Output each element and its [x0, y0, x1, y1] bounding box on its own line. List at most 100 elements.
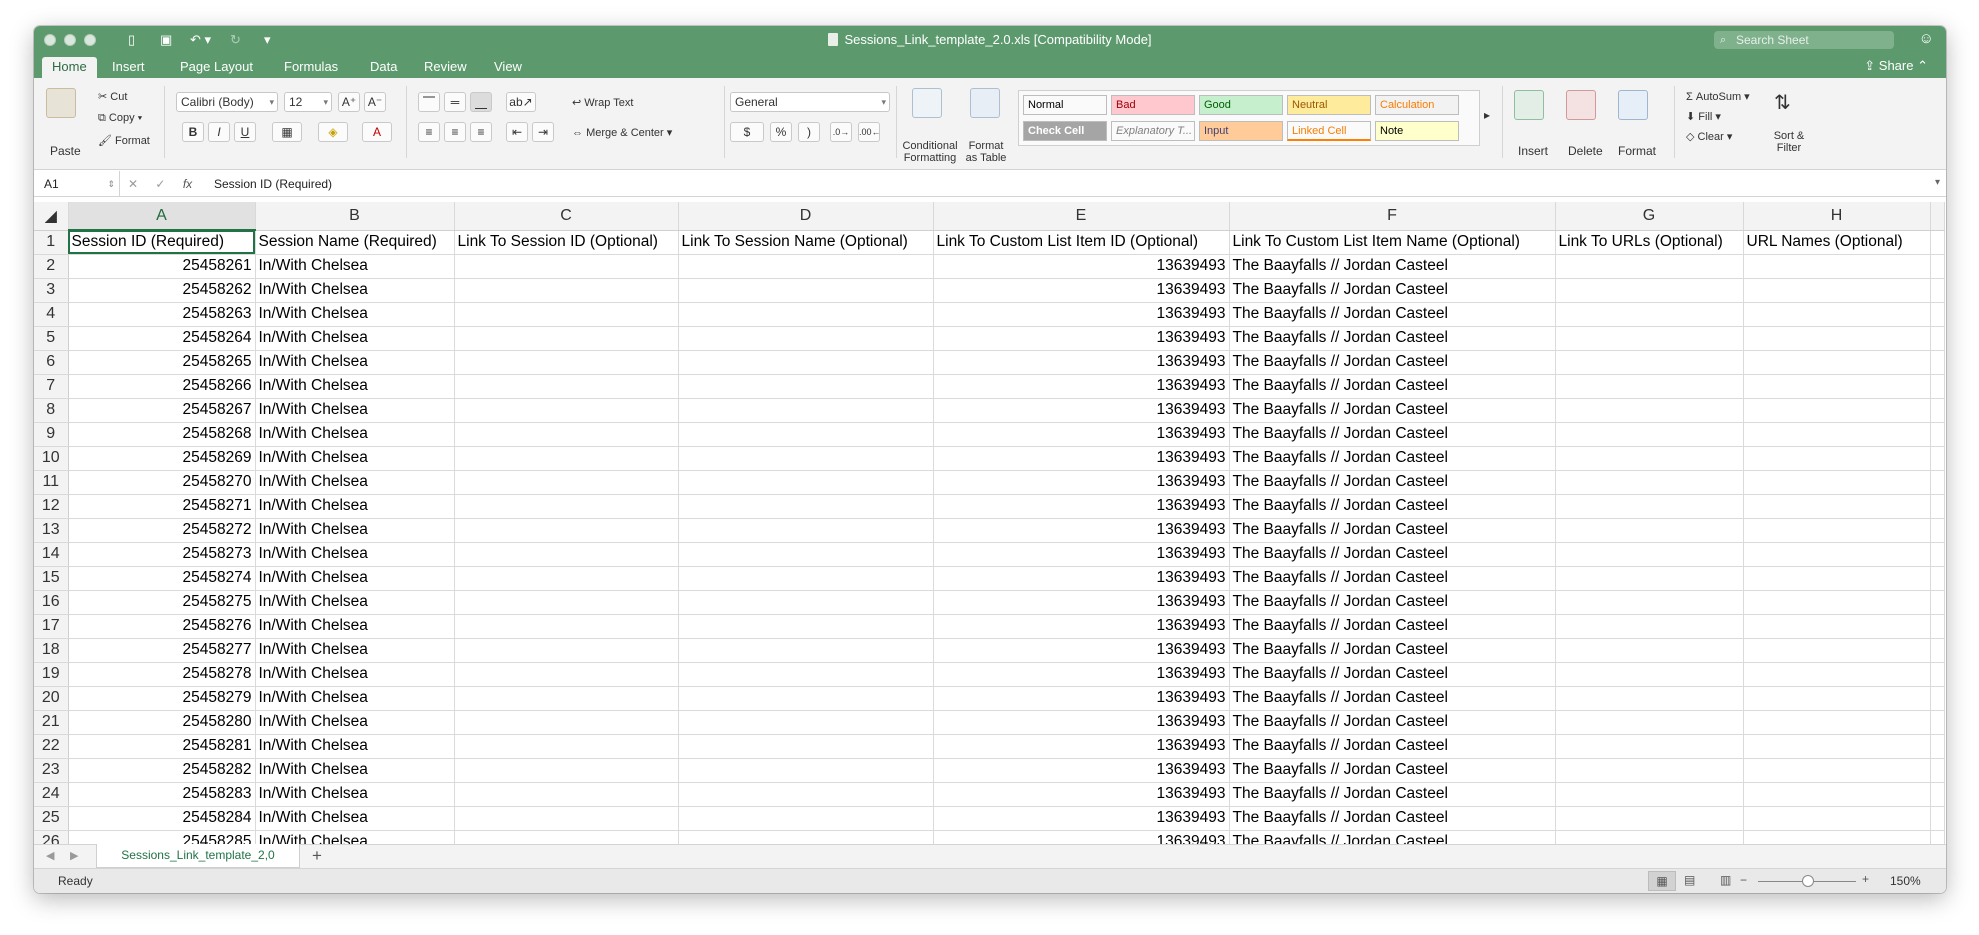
- cell-session-name[interactable]: In/With Chelsea: [255, 350, 455, 375]
- cell[interactable]: [1930, 566, 1945, 591]
- cell-session-name[interactable]: In/With Chelsea: [255, 422, 455, 447]
- cell[interactable]: [1555, 470, 1744, 495]
- cell[interactable]: [1555, 422, 1744, 447]
- cell[interactable]: [678, 422, 934, 447]
- cell-custom-list-item-id[interactable]: 13639493: [933, 566, 1230, 591]
- tab-home[interactable]: Home: [42, 57, 97, 78]
- cell-custom-list-item-id[interactable]: 13639493: [933, 374, 1230, 399]
- search-sheet-input[interactable]: ⌕ Search Sheet: [1714, 31, 1894, 49]
- cell-custom-list-item-name[interactable]: The Baayfalls // Jordan Casteel: [1229, 422, 1556, 447]
- row-header[interactable]: 13: [34, 518, 69, 543]
- cell-session-id[interactable]: 25458272: [68, 518, 256, 543]
- cell-custom-list-item-id[interactable]: 13639493: [933, 326, 1230, 351]
- cell[interactable]: [1930, 686, 1945, 711]
- column-header-h[interactable]: H: [1743, 202, 1931, 231]
- cell[interactable]: [1555, 542, 1744, 567]
- style-explanatory[interactable]: Explanatory T...: [1111, 121, 1195, 141]
- cell[interactable]: [1930, 494, 1945, 519]
- row-header[interactable]: 2: [34, 254, 69, 279]
- cell-session-id[interactable]: 25458265: [68, 350, 256, 375]
- cell-custom-list-item-id[interactable]: 13639493: [933, 542, 1230, 567]
- cell-custom-list-item-name[interactable]: The Baayfalls // Jordan Casteel: [1229, 350, 1556, 375]
- cell[interactable]: [678, 734, 934, 759]
- tab-review[interactable]: Review: [414, 57, 477, 78]
- tab-page-layout[interactable]: Page Layout: [170, 57, 263, 78]
- cell[interactable]: [1743, 686, 1931, 711]
- cell[interactable]: [1930, 470, 1945, 495]
- cell[interactable]: [454, 326, 679, 351]
- cell[interactable]: [454, 662, 679, 687]
- cell[interactable]: [1555, 830, 1744, 844]
- font-color-icon[interactable]: A: [362, 122, 392, 142]
- align-center-icon[interactable]: ≡: [444, 122, 466, 142]
- cell-session-name[interactable]: In/With Chelsea: [255, 758, 455, 783]
- cell-custom-list-item-id[interactable]: 13639493: [933, 470, 1230, 495]
- cell[interactable]: [1743, 302, 1931, 327]
- cell-session-id[interactable]: 25458262: [68, 278, 256, 303]
- cell[interactable]: [1743, 830, 1931, 844]
- row-header[interactable]: 9: [34, 422, 69, 447]
- row-header[interactable]: 20: [34, 686, 69, 711]
- cell[interactable]: [678, 830, 934, 844]
- orientation-icon[interactable]: ab↗: [506, 92, 536, 112]
- align-left-icon[interactable]: ≡: [418, 122, 440, 142]
- sort-filter-button[interactable]: Sort & Filter: [1762, 130, 1816, 154]
- cell-session-id[interactable]: 25458285: [68, 830, 256, 844]
- row-header[interactable]: 5: [34, 326, 69, 351]
- merge-center-button[interactable]: ⇔ Merge & Center ▾: [572, 126, 672, 139]
- cell[interactable]: [678, 278, 934, 303]
- cell[interactable]: [454, 830, 679, 844]
- zoom-out-icon[interactable]: −: [1740, 873, 1747, 887]
- cell-custom-list-item-id[interactable]: 13639493: [933, 422, 1230, 447]
- cell-session-name[interactable]: In/With Chelsea: [255, 734, 455, 759]
- cell-session-name[interactable]: In/With Chelsea: [255, 374, 455, 399]
- increase-font-size-button[interactable]: A⁺: [338, 92, 360, 112]
- cell-custom-list-item-id[interactable]: 13639493: [933, 662, 1230, 687]
- cell-session-name[interactable]: In/With Chelsea: [255, 398, 455, 423]
- cell[interactable]: Link To Session Name (Optional): [678, 230, 934, 255]
- cell[interactable]: [454, 638, 679, 663]
- cell[interactable]: [454, 806, 679, 831]
- style-good[interactable]: Good: [1199, 95, 1283, 115]
- cell-custom-list-item-name[interactable]: The Baayfalls // Jordan Casteel: [1229, 446, 1556, 471]
- cell-custom-list-item-name[interactable]: The Baayfalls // Jordan Casteel: [1229, 398, 1556, 423]
- style-calculation[interactable]: Calculation: [1375, 95, 1459, 115]
- cell[interactable]: [1930, 638, 1945, 663]
- cell[interactable]: [678, 710, 934, 735]
- cell[interactable]: [1743, 758, 1931, 783]
- cell-session-name[interactable]: In/With Chelsea: [255, 710, 455, 735]
- cell-custom-list-item-id[interactable]: 13639493: [933, 830, 1230, 844]
- format-painter-button[interactable]: 🖌 Format: [98, 134, 150, 147]
- cell-custom-list-item-name[interactable]: The Baayfalls // Jordan Casteel: [1229, 470, 1556, 495]
- column-header-f[interactable]: F: [1229, 202, 1556, 231]
- decrease-decimal-icon[interactable]: .00←: [858, 122, 881, 142]
- cell[interactable]: [1555, 494, 1744, 519]
- cell-session-id[interactable]: 25458284: [68, 806, 256, 831]
- row-header[interactable]: 3: [34, 278, 69, 303]
- cell-session-name[interactable]: In/With Chelsea: [255, 638, 455, 663]
- cell[interactable]: [1743, 446, 1931, 471]
- cell-session-name[interactable]: In/With Chelsea: [255, 662, 455, 687]
- cell-session-name[interactable]: In/With Chelsea: [255, 686, 455, 711]
- cell-session-id[interactable]: 25458278: [68, 662, 256, 687]
- cell[interactable]: [1555, 350, 1744, 375]
- format-cells-icon[interactable]: [1618, 90, 1648, 120]
- cell[interactable]: [454, 470, 679, 495]
- cell-custom-list-item-id[interactable]: 13639493: [933, 278, 1230, 303]
- cell[interactable]: [1555, 446, 1744, 471]
- cell[interactable]: [678, 782, 934, 807]
- comma-format-button[interactable]: ): [798, 122, 820, 142]
- cell-session-name[interactable]: In/With Chelsea: [255, 326, 455, 351]
- bold-button[interactable]: B: [182, 122, 204, 142]
- tab-insert[interactable]: Insert: [102, 57, 155, 78]
- italic-button[interactable]: I: [208, 122, 230, 142]
- cell-session-id[interactable]: 25458263: [68, 302, 256, 327]
- cell-session-id[interactable]: 25458280: [68, 710, 256, 735]
- cell-custom-list-item-name[interactable]: The Baayfalls // Jordan Casteel: [1229, 302, 1556, 327]
- cell[interactable]: [1930, 662, 1945, 687]
- cell[interactable]: [1930, 518, 1945, 543]
- sheet-tab-sessions-link[interactable]: Sessions_Link_template_2,0: [96, 844, 300, 868]
- cell[interactable]: [454, 446, 679, 471]
- cell[interactable]: [454, 614, 679, 639]
- cell-custom-list-item-id[interactable]: 13639493: [933, 710, 1230, 735]
